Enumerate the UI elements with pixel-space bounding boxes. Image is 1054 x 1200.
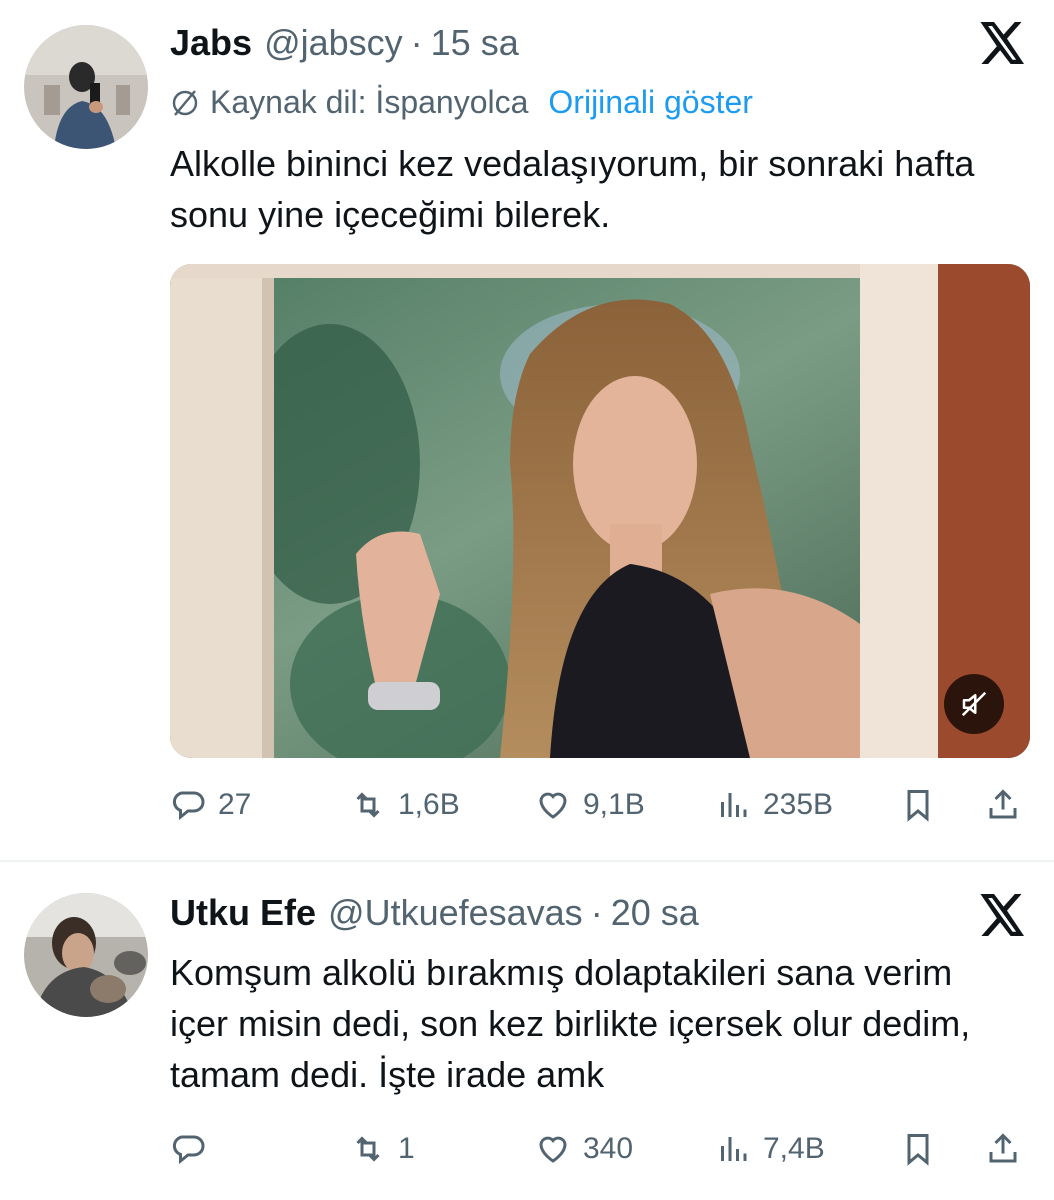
source-language-label: Kaynak dil: İspanyolca: [210, 84, 529, 120]
views-chart-icon: [721, 1137, 747, 1161]
tweet-header: Utku Efe @Utkuefesavas · 20 sa: [170, 892, 964, 934]
avatar[interactable]: [24, 25, 148, 149]
tweet-actions: 1 340 7,4B: [170, 1124, 1030, 1174]
views-button[interactable]: 235B: [715, 780, 833, 830]
like-button[interactable]: 340: [535, 1124, 633, 1174]
share-icon: [989, 789, 1017, 819]
tweet-text: Alkolle bininci kez vedalaşıyorum, bir s…: [170, 143, 975, 235]
share-button[interactable]: [985, 780, 1021, 830]
x-logo-icon: [980, 894, 1024, 936]
x-logo-icon: [980, 22, 1024, 64]
separator: ·: [410, 22, 423, 63]
repost-button[interactable]: 1,6B: [350, 780, 460, 830]
bookmark-button[interactable]: [900, 1124, 936, 1174]
repost-icon: [356, 1136, 380, 1162]
tweet[interactable]: Utku Efe @Utkuefesavas · 20 sa Komşum al…: [0, 862, 1054, 1200]
bookmark-button[interactable]: [900, 780, 936, 830]
separator: ·: [590, 892, 603, 933]
repost-button[interactable]: 1: [350, 1124, 415, 1174]
reply-icon: [172, 791, 205, 821]
avatar[interactable]: [24, 893, 148, 1017]
unmute-button[interactable]: [944, 674, 1004, 734]
tweet-video[interactable]: [170, 264, 1030, 758]
timestamp[interactable]: 15 sa: [431, 22, 519, 64]
reply-icon: [172, 1135, 205, 1165]
share-icon: [989, 1133, 1017, 1163]
tweet-text: Komşum alkolü bırakmış dolaptakileri san…: [170, 952, 971, 1095]
video-frame: [170, 264, 1030, 758]
repost-icon: [356, 792, 380, 818]
show-original-link[interactable]: Orijinali göster: [548, 84, 753, 121]
like-count: 9,1B: [583, 788, 645, 821]
bookmark-icon: [907, 790, 929, 822]
tweet-header: Jabs @jabscy · 15 sa: [170, 22, 964, 64]
bookmark-icon: [907, 1134, 929, 1166]
translate-icon: [172, 89, 198, 116]
tweet[interactable]: Jabs @jabscy · 15 sa Kaynak dil: İspanyo…: [0, 0, 1054, 860]
tweet-actions: 27 1,6B 9,1B 235B: [170, 780, 1030, 830]
heart-icon: [539, 792, 567, 819]
display-name[interactable]: Utku Efe: [170, 892, 316, 934]
reply-button[interactable]: 27: [170, 780, 251, 830]
repost-count: 1,6B: [398, 788, 460, 821]
display-name[interactable]: Jabs: [170, 22, 252, 64]
view-count: 235B: [763, 788, 834, 821]
views-chart-icon: [721, 793, 747, 817]
timestamp[interactable]: 20 sa: [611, 892, 699, 934]
reply-button[interactable]: [170, 1124, 218, 1174]
speaker-muted-icon: [961, 691, 987, 717]
view-count: 7,4B: [763, 1132, 825, 1165]
user-handle[interactable]: @jabscy: [264, 22, 403, 64]
views-button[interactable]: 7,4B: [715, 1124, 825, 1174]
repost-count: 1: [398, 1132, 415, 1165]
heart-icon: [539, 1136, 567, 1163]
share-button[interactable]: [985, 1124, 1021, 1174]
like-count: 340: [583, 1132, 634, 1165]
user-handle[interactable]: @Utkuefesavas: [328, 892, 583, 934]
reply-count: 27: [218, 788, 252, 821]
translation-bar: Kaynak dil: İspanyolca Orijinali göster: [170, 84, 753, 121]
like-button[interactable]: 9,1B: [535, 780, 645, 830]
